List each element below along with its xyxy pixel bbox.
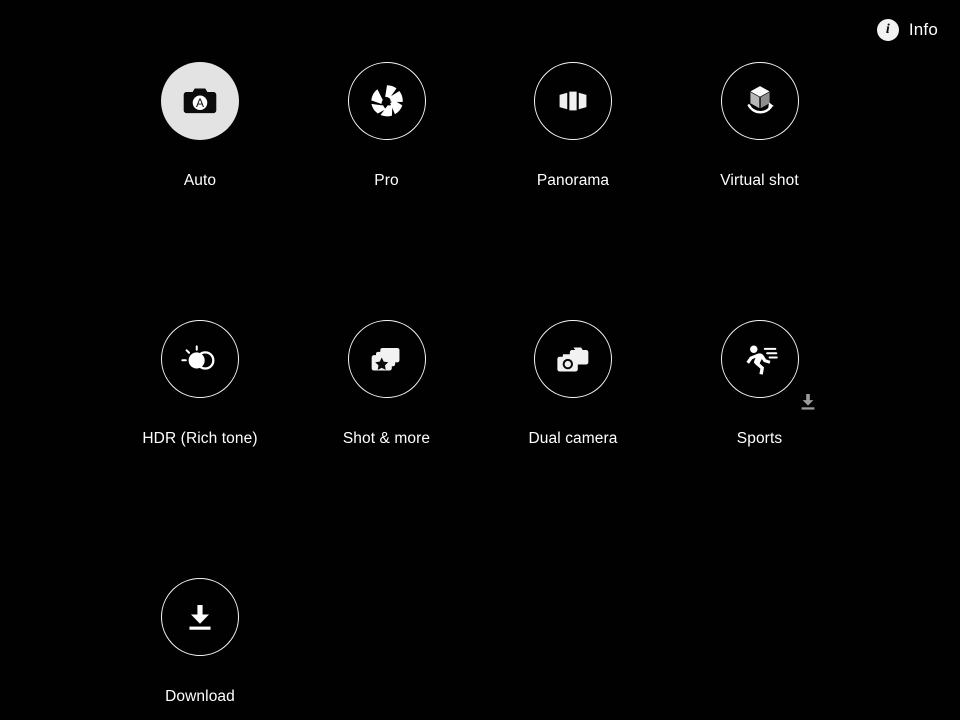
running-icon <box>737 336 783 382</box>
download-badge-icon <box>800 393 816 411</box>
mode-circle[interactable] <box>161 578 239 656</box>
mode-label: Dual camera <box>528 430 618 447</box>
info-icon: i <box>876 19 899 41</box>
mode-circle[interactable] <box>347 62 426 140</box>
mode-tile-dual-camera[interactable]: Dual camera <box>480 320 666 578</box>
mode-tile-shot-more[interactable]: Shot & more <box>294 320 480 578</box>
info-label: Info <box>908 20 938 39</box>
mode-label: Shot & more <box>342 430 431 447</box>
camera-mode-grid: A Auto Pro Panorama Virtual shot HDR (Rich to… <box>0 62 960 720</box>
mode-label: Sports <box>736 430 783 447</box>
aperture-icon <box>364 78 410 124</box>
download-icon <box>177 594 223 640</box>
mode-tile-panorama[interactable]: Panorama <box>480 62 666 320</box>
mode-circle[interactable] <box>161 320 239 398</box>
photo-stack-icon <box>364 336 410 382</box>
mode-circle[interactable] <box>534 62 612 140</box>
camera-mode-screen: i Info A Auto Pro Panorama Virtual shot HDR (… <box>0 0 960 720</box>
mode-tile-auto[interactable]: A Auto <box>107 62 293 320</box>
camera-auto-icon: A <box>177 78 223 124</box>
mode-label: HDR (Rich tone) <box>142 430 258 447</box>
cube-rotate-icon <box>737 78 783 124</box>
mode-circle[interactable] <box>720 320 814 410</box>
mode-tile-download[interactable]: Download <box>107 578 293 720</box>
mode-tile-sports[interactable]: Sports <box>667 320 853 578</box>
info-button[interactable]: i Info <box>876 19 938 41</box>
mode-label: Virtual shot <box>720 172 799 189</box>
mode-circle[interactable] <box>720 62 799 140</box>
mode-tile-pro[interactable]: Pro <box>294 62 480 320</box>
mode-tile-virtual-shot[interactable]: Virtual shot <box>667 62 853 320</box>
mode-label: Pro <box>374 172 399 189</box>
mode-circle[interactable] <box>347 320 426 398</box>
mode-label: Download <box>165 688 235 705</box>
panorama-icon <box>550 78 596 124</box>
mode-label: Panorama <box>536 172 610 189</box>
mode-circle[interactable] <box>534 320 612 398</box>
mode-label: Auto <box>183 172 217 189</box>
dual-camera-icon <box>550 336 596 382</box>
svg-text:A: A <box>196 96 204 110</box>
hdr-icon <box>177 336 223 382</box>
mode-circle-selected[interactable]: A <box>161 62 239 140</box>
mode-tile-hdr-rich-tone[interactable]: HDR (Rich tone) <box>107 320 293 578</box>
